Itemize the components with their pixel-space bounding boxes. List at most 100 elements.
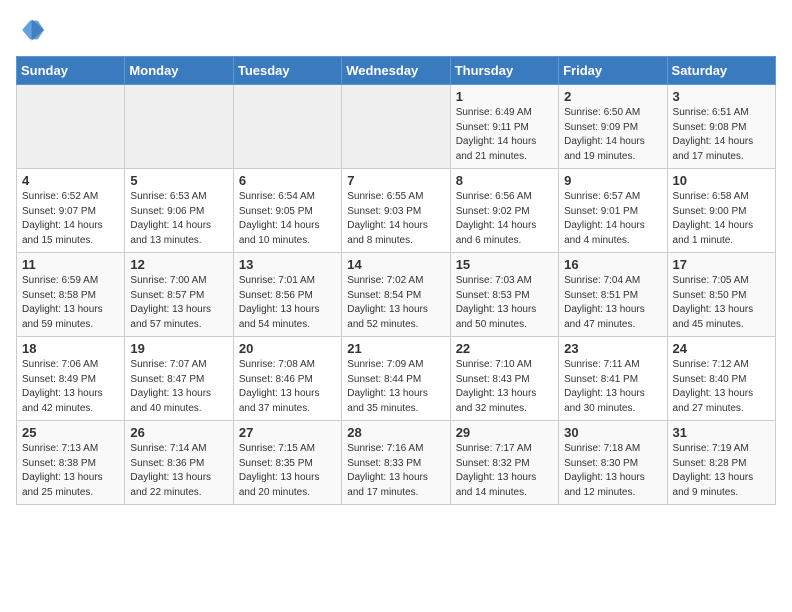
calendar-cell: 5Sunrise: 6:53 AM Sunset: 9:06 PM Daylig… <box>125 169 233 253</box>
calendar-cell: 20 Sunrise: 7:08 AM Sunset: 8:46 PM Dayli… <box>233 337 341 421</box>
day-info: Sunrise: 6:53 AM Sunset: 9:06 PM Dayligh… <box>130 190 227 248</box>
day-number: 23 <box>564 341 661 356</box>
calendar-cell: 2 Sunrise: 6:50 AM Sunset: 9:09 PM Daylig… <box>559 85 667 169</box>
calendar-cell: 6 Sunrise: 6:54 AM Sunset: 9:05 PM Daylig… <box>233 169 341 253</box>
day-info: Sunrise: 7:01 AM Sunset: 8:56 PM Dayligh… <box>239 274 336 332</box>
calendar-cell <box>233 85 341 169</box>
day-info: Sunrise: 6:58 AM Sunset: 9:00 PM Dayligh… <box>673 190 770 248</box>
day-number: 26 <box>130 425 227 440</box>
day-number: 14 <box>347 257 444 272</box>
day-number: 19 <box>130 341 227 356</box>
day-info: Sunrise: 7:17 AM Sunset: 8:32 PM Dayligh… <box>456 442 553 500</box>
day-number: 6 <box>239 173 336 188</box>
day-info: Sunrise: 6:49 AM Sunset: 9:11 PM Dayligh… <box>456 106 553 164</box>
day-info: Sunrise: 7:04 AM Sunset: 8:51 PM Dayligh… <box>564 274 661 332</box>
weekday-header-saturday: Saturday <box>667 57 775 85</box>
day-number: 18 <box>22 341 119 356</box>
day-info: Sunrise: 7:10 AM Sunset: 8:43 PM Dayligh… <box>456 358 553 416</box>
calendar-cell: 27Sunrise: 7:15 AM Sunset: 8:35 PM Dayli… <box>233 421 341 505</box>
day-info: Sunrise: 7:06 AM Sunset: 8:49 PM Dayligh… <box>22 358 119 416</box>
day-info: Sunrise: 7:13 AM Sunset: 8:38 PM Dayligh… <box>22 442 119 500</box>
day-info: Sunrise: 6:50 AM Sunset: 9:09 PM Dayligh… <box>564 106 661 164</box>
calendar-cell: 15 Sunrise: 7:03 AM Sunset: 8:53 PM Dayli… <box>450 253 558 337</box>
calendar-cell: 24Sunrise: 7:12 AM Sunset: 8:40 PM Dayli… <box>667 337 775 421</box>
weekday-header-sunday: Sunday <box>17 57 125 85</box>
day-info: Sunrise: 7:07 AM Sunset: 8:47 PM Dayligh… <box>130 358 227 416</box>
day-info: Sunrise: 7:03 AM Sunset: 8:53 PM Dayligh… <box>456 274 553 332</box>
day-number: 16 <box>564 257 661 272</box>
day-number: 25 <box>22 425 119 440</box>
calendar-cell <box>125 85 233 169</box>
day-info: Sunrise: 6:55 AM Sunset: 9:03 PM Dayligh… <box>347 190 444 248</box>
calendar-cell: 18 Sunrise: 7:06 AM Sunset: 8:49 PM Dayli… <box>17 337 125 421</box>
weekday-header-row: SundayMondayTuesdayWednesdayThursdayFrid… <box>17 57 776 85</box>
day-number: 8 <box>456 173 553 188</box>
day-number: 9 <box>564 173 661 188</box>
calendar-week-row: 11 Sunrise: 6:59 AM Sunset: 8:58 PM Dayli… <box>17 253 776 337</box>
calendar-cell: 8 Sunrise: 6:56 AM Sunset: 9:02 PM Daylig… <box>450 169 558 253</box>
calendar-cell: 10 Sunrise: 6:58 AM Sunset: 9:00 PM Dayli… <box>667 169 775 253</box>
calendar-cell: 11 Sunrise: 6:59 AM Sunset: 8:58 PM Dayli… <box>17 253 125 337</box>
weekday-header-tuesday: Tuesday <box>233 57 341 85</box>
page-header <box>16 16 776 44</box>
calendar-cell: 19 Sunrise: 7:07 AM Sunset: 8:47 PM Dayli… <box>125 337 233 421</box>
day-info: Sunrise: 7:15 AM Sunset: 8:35 PM Dayligh… <box>239 442 336 500</box>
day-number: 30 <box>564 425 661 440</box>
day-info: Sunrise: 7:18 AM Sunset: 8:30 PM Dayligh… <box>564 442 661 500</box>
calendar-cell: 25 Sunrise: 7:13 AM Sunset: 8:38 PM Dayli… <box>17 421 125 505</box>
day-number: 31 <box>673 425 770 440</box>
day-info: Sunrise: 6:54 AM Sunset: 9:05 PM Dayligh… <box>239 190 336 248</box>
calendar-cell: 4 Sunrise: 6:52 AM Sunset: 9:07 PM Daylig… <box>17 169 125 253</box>
day-number: 13 <box>239 257 336 272</box>
day-number: 28 <box>347 425 444 440</box>
calendar-cell: 12 Sunrise: 7:00 AM Sunset: 8:57 PM Dayli… <box>125 253 233 337</box>
calendar-cell: 1 Sunrise: 6:49 AM Sunset: 9:11 PM Daylig… <box>450 85 558 169</box>
calendar-cell: 21Sunrise: 7:09 AM Sunset: 8:44 PM Dayli… <box>342 337 450 421</box>
day-number: 22 <box>456 341 553 356</box>
day-number: 15 <box>456 257 553 272</box>
day-info: Sunrise: 7:00 AM Sunset: 8:57 PM Dayligh… <box>130 274 227 332</box>
day-info: Sunrise: 6:52 AM Sunset: 9:07 PM Dayligh… <box>22 190 119 248</box>
weekday-header-monday: Monday <box>125 57 233 85</box>
calendar-cell: 28 Sunrise: 7:16 AM Sunset: 8:33 PM Dayli… <box>342 421 450 505</box>
calendar-cell: 30 Sunrise: 7:18 AM Sunset: 8:30 PM Dayli… <box>559 421 667 505</box>
weekday-header-friday: Friday <box>559 57 667 85</box>
day-number: 29 <box>456 425 553 440</box>
day-info: Sunrise: 7:08 AM Sunset: 8:46 PM Dayligh… <box>239 358 336 416</box>
day-number: 4 <box>22 173 119 188</box>
weekday-header-thursday: Thursday <box>450 57 558 85</box>
day-number: 10 <box>673 173 770 188</box>
day-number: 1 <box>456 89 553 104</box>
day-info: Sunrise: 6:56 AM Sunset: 9:02 PM Dayligh… <box>456 190 553 248</box>
calendar-cell <box>17 85 125 169</box>
day-number: 7 <box>347 173 444 188</box>
calendar-header: SundayMondayTuesdayWednesdayThursdayFrid… <box>17 57 776 85</box>
day-info: Sunrise: 7:16 AM Sunset: 8:33 PM Dayligh… <box>347 442 444 500</box>
calendar-cell: 31Sunrise: 7:19 AM Sunset: 8:28 PM Dayli… <box>667 421 775 505</box>
day-info: Sunrise: 6:57 AM Sunset: 9:01 PM Dayligh… <box>564 190 661 248</box>
logo-icon <box>16 16 44 44</box>
day-number: 21 <box>347 341 444 356</box>
day-number: 20 <box>239 341 336 356</box>
calendar-cell <box>342 85 450 169</box>
day-info: Sunrise: 7:12 AM Sunset: 8:40 PM Dayligh… <box>673 358 770 416</box>
day-info: Sunrise: 7:14 AM Sunset: 8:36 PM Dayligh… <box>130 442 227 500</box>
day-info: Sunrise: 6:59 AM Sunset: 8:58 PM Dayligh… <box>22 274 119 332</box>
logo <box>16 16 48 44</box>
calendar-week-row: 4 Sunrise: 6:52 AM Sunset: 9:07 PM Daylig… <box>17 169 776 253</box>
calendar-cell: 13 Sunrise: 7:01 AM Sunset: 8:56 PM Dayli… <box>233 253 341 337</box>
calendar-cell: 22 Sunrise: 7:10 AM Sunset: 8:43 PM Dayli… <box>450 337 558 421</box>
day-number: 3 <box>673 89 770 104</box>
calendar-body: 1 Sunrise: 6:49 AM Sunset: 9:11 PM Daylig… <box>17 85 776 505</box>
calendar-cell: 26 Sunrise: 7:14 AM Sunset: 8:36 PM Dayli… <box>125 421 233 505</box>
weekday-header-wednesday: Wednesday <box>342 57 450 85</box>
day-number: 12 <box>130 257 227 272</box>
calendar-cell: 3 Sunrise: 6:51 AM Sunset: 9:08 PM Daylig… <box>667 85 775 169</box>
calendar-week-row: 25 Sunrise: 7:13 AM Sunset: 8:38 PM Dayli… <box>17 421 776 505</box>
calendar-cell: 29 Sunrise: 7:17 AM Sunset: 8:32 PM Dayli… <box>450 421 558 505</box>
day-info: Sunrise: 6:51 AM Sunset: 9:08 PM Dayligh… <box>673 106 770 164</box>
day-number: 11 <box>22 257 119 272</box>
day-number: 2 <box>564 89 661 104</box>
calendar-week-row: 1 Sunrise: 6:49 AM Sunset: 9:11 PM Daylig… <box>17 85 776 169</box>
day-info: Sunrise: 7:02 AM Sunset: 8:54 PM Dayligh… <box>347 274 444 332</box>
